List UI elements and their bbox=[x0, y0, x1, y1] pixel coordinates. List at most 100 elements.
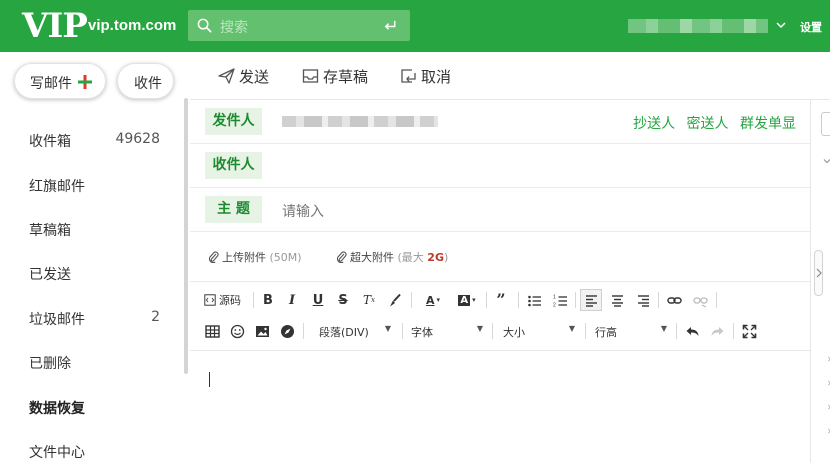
toolbar-separator bbox=[486, 292, 487, 308]
to-row[interactable]: 收件人 bbox=[190, 144, 810, 188]
undo-button[interactable] bbox=[683, 322, 701, 340]
source-code-icon bbox=[204, 294, 216, 306]
fullscreen-button[interactable] bbox=[740, 322, 758, 340]
right-panel-search-box[interactable] bbox=[821, 112, 830, 136]
enter-icon[interactable] bbox=[382, 18, 398, 33]
insert-emoji-button[interactable] bbox=[228, 322, 246, 340]
insert-image-button[interactable] bbox=[253, 322, 271, 340]
align-left-button[interactable] bbox=[580, 289, 602, 311]
folder-data-recovery[interactable]: 数据恢复 bbox=[0, 389, 180, 425]
font-size-value: 大小 bbox=[503, 326, 525, 339]
font-size-select[interactable]: 大小 ▼ bbox=[503, 322, 575, 340]
upload-hint: (50M) bbox=[269, 251, 302, 264]
bold-button[interactable]: B bbox=[260, 291, 276, 309]
right-panel-strip: ✕ ✕ ✕ ✕ bbox=[810, 100, 830, 463]
big-attachment-hint-suffix: ) bbox=[443, 251, 449, 264]
numbered-list-button[interactable]: 1 2 bbox=[551, 291, 569, 309]
redo-button[interactable] bbox=[708, 322, 726, 340]
subject-input[interactable]: 请输入 bbox=[282, 201, 324, 221]
user-account-blurred[interactable] bbox=[628, 19, 768, 33]
receive-button-label: 收件 bbox=[134, 76, 162, 92]
folder-sent[interactable]: 已发送 bbox=[0, 255, 180, 291]
recipient-options: 抄送人 密送人 群发单显 bbox=[626, 113, 796, 133]
bullet-list-icon bbox=[527, 295, 541, 306]
folder-deleted[interactable]: 已删除 bbox=[0, 344, 180, 380]
bullet-list-button[interactable] bbox=[525, 291, 543, 309]
svg-text:2: 2 bbox=[553, 302, 556, 308]
sidebar-scrollbar[interactable] bbox=[184, 98, 188, 374]
folder-inbox[interactable]: 收件箱 49628 bbox=[0, 122, 180, 158]
cancel-button[interactable]: 取消 bbox=[400, 66, 460, 86]
search-box[interactable]: 搜索 bbox=[188, 10, 410, 41]
insert-table-button[interactable] bbox=[203, 322, 221, 340]
big-attachment-hint-prefix: (最大 bbox=[397, 251, 428, 264]
compose-button[interactable]: 写邮件 bbox=[14, 63, 106, 99]
logo[interactable]: VIP bbox=[22, 6, 88, 46]
strikethrough-button[interactable]: S bbox=[335, 291, 351, 309]
toolbar-separator bbox=[658, 292, 659, 308]
big-attachment-size: 2G bbox=[427, 251, 444, 264]
align-center-button[interactable] bbox=[608, 291, 626, 309]
paperclip-icon bbox=[208, 251, 219, 263]
receive-button[interactable]: 收件 bbox=[117, 63, 174, 99]
send-button[interactable]: 发送 bbox=[218, 66, 278, 86]
toolbar-separator bbox=[492, 323, 493, 339]
toolbar-separator bbox=[575, 292, 576, 308]
caret-down-icon: ▼ bbox=[660, 324, 667, 333]
chevron-down-icon[interactable] bbox=[775, 19, 787, 31]
remove-link-button[interactable] bbox=[691, 291, 709, 309]
exit-icon bbox=[401, 69, 416, 83]
undo-icon bbox=[686, 326, 698, 336]
editor-toolbar: 源码 B I U S Tx A ▾ A ▾ ” 1 2 段落(DIV) ▼ 字体… bbox=[190, 283, 810, 351]
source-code-button[interactable]: 源码 bbox=[204, 291, 246, 309]
logo-domain: vip.tom.com bbox=[88, 17, 177, 34]
collapse-panel-handle[interactable] bbox=[814, 250, 823, 296]
insert-doodle-button[interactable] bbox=[278, 322, 296, 340]
search-input[interactable]: 搜索 bbox=[220, 17, 248, 37]
folder-flagged[interactable]: 红旗邮件 bbox=[0, 167, 180, 203]
separate-send-link[interactable]: 群发单显 bbox=[740, 116, 796, 132]
font-color-button[interactable]: A ▾ bbox=[420, 291, 446, 309]
paragraph-format-value: 段落(DIV) bbox=[319, 326, 369, 339]
from-address-blurred[interactable] bbox=[282, 116, 438, 127]
chevron-down-icon[interactable] bbox=[823, 157, 830, 165]
toolbar-separator bbox=[303, 323, 304, 339]
image-icon bbox=[255, 325, 269, 337]
folder-count: 2 bbox=[151, 309, 160, 325]
font-family-select[interactable]: 字体 ▼ bbox=[411, 322, 483, 340]
toolbar-separator bbox=[518, 292, 519, 308]
settings-link[interactable]: 设置 bbox=[800, 19, 822, 35]
underline-button[interactable]: U bbox=[310, 291, 326, 309]
folder-label: 草稿箱 bbox=[29, 223, 71, 239]
toolbar-separator bbox=[733, 323, 734, 339]
toolbar-separator bbox=[585, 323, 586, 339]
paperclip-icon bbox=[336, 251, 347, 263]
from-row: 发件人 抄送人 密送人 群发单显 bbox=[190, 100, 810, 144]
folder-label: 红旗邮件 bbox=[29, 179, 85, 195]
format-painter-button[interactable] bbox=[385, 291, 403, 309]
smiley-icon bbox=[230, 324, 244, 338]
brush-icon bbox=[389, 293, 401, 306]
italic-button[interactable]: I bbox=[284, 291, 300, 309]
to-label: 收件人 bbox=[205, 152, 262, 179]
unlink-icon bbox=[692, 296, 708, 308]
folder-spam[interactable]: 垃圾邮件 2 bbox=[0, 300, 180, 336]
cc-link[interactable]: 抄送人 bbox=[633, 116, 675, 132]
folder-label: 数据恢复 bbox=[29, 401, 85, 417]
bcc-link[interactable]: 密送人 bbox=[687, 116, 729, 132]
align-left-icon bbox=[585, 294, 597, 307]
subject-row[interactable]: 主 题 请输入 bbox=[190, 188, 810, 232]
insert-link-button[interactable] bbox=[665, 291, 683, 309]
folder-drafts[interactable]: 草稿箱 bbox=[0, 211, 180, 247]
toolbar-separator bbox=[676, 323, 677, 339]
background-color-button[interactable]: A ▾ bbox=[454, 291, 480, 309]
save-draft-button[interactable]: 存草稿 bbox=[302, 66, 372, 86]
line-height-select[interactable]: 行高 ▼ bbox=[595, 322, 667, 340]
clear-format-button[interactable]: Tx bbox=[360, 291, 378, 309]
align-right-button[interactable] bbox=[634, 291, 652, 309]
cancel-label: 取消 bbox=[421, 68, 452, 86]
compose-area: 发件人 抄送人 密送人 群发单显 收件人 主 题 请输入 上传附件 (50M) … bbox=[190, 100, 810, 463]
paragraph-format-select[interactable]: 段落(DIV) ▼ bbox=[319, 322, 391, 340]
folder-file-center[interactable]: 文件中心 bbox=[0, 433, 180, 463]
blockquote-button[interactable]: ” bbox=[492, 290, 510, 309]
